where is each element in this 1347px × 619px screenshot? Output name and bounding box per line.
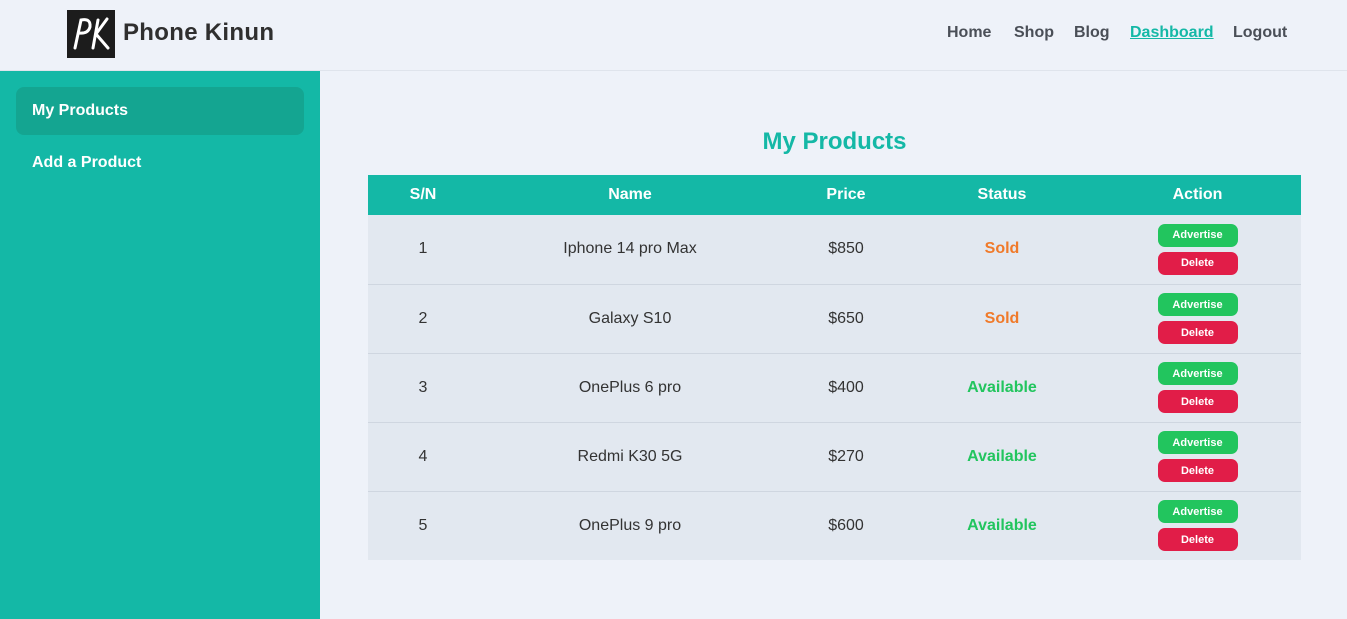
status-badge: Available (967, 447, 1037, 465)
cell-sn: 4 (418, 447, 428, 465)
cell-sn: 3 (418, 378, 428, 396)
table-header-row: S/N Name Price Status Action (368, 175, 1301, 215)
top-navbar: Phone Kinun Home Shop Blog Dashboard Log… (0, 0, 1347, 71)
cell-actions: Advertise Delete (1094, 491, 1301, 560)
advertise-button[interactable]: Advertise (1157, 293, 1238, 316)
sidebar-item-my-products[interactable]: My Products (16, 87, 304, 135)
delete-button[interactable]: Delete (1157, 528, 1238, 552)
nav-logout[interactable]: Logout (1233, 24, 1287, 42)
table-row: 4 Redmi K30 5G $270 Available Advertise … (368, 422, 1301, 491)
cell-price: $850 (828, 240, 864, 258)
column-header-action: Action (1172, 186, 1223, 203)
table-row: 2 Galaxy S10 $650 Sold Advertise Delete (368, 284, 1301, 353)
sidebar-item-add-product[interactable]: Add a Product (16, 139, 304, 187)
advertise-button[interactable]: Advertise (1157, 362, 1238, 385)
brand-name[interactable]: Phone Kinun (123, 19, 274, 47)
status-badge: Sold (984, 309, 1020, 327)
delete-button[interactable]: Delete (1157, 390, 1238, 413)
status-badge: Available (967, 378, 1037, 396)
cell-name: OnePlus 6 pro (578, 378, 682, 396)
delete-button[interactable]: Delete (1157, 251, 1238, 275)
cell-sn: 2 (418, 309, 428, 327)
nav-shop[interactable]: Shop (1014, 24, 1054, 42)
page-title: My Products (762, 128, 907, 155)
nav-home[interactable]: Home (947, 24, 991, 42)
delete-button[interactable]: Delete (1157, 459, 1238, 482)
cell-actions: Advertise Delete (1094, 353, 1301, 422)
column-header-sn: S/N (409, 186, 437, 203)
table-row: 3 OnePlus 6 pro $400 Available Advertise… (368, 353, 1301, 422)
status-badge: Sold (984, 240, 1020, 258)
advertise-button[interactable]: Advertise (1157, 500, 1238, 524)
cell-sn: 5 (418, 516, 428, 534)
cell-name: Galaxy S10 (588, 309, 672, 327)
products-table: S/N Name Price Status Action 1 Iphone 14… (368, 175, 1301, 560)
column-header-name: Name (608, 186, 652, 203)
cell-name: Redmi K30 5G (577, 447, 683, 465)
cell-actions: Advertise Delete (1094, 284, 1301, 353)
column-header-price: Price (826, 186, 866, 203)
cell-sn: 1 (418, 240, 428, 258)
cell-actions: Advertise Delete (1094, 215, 1301, 284)
status-badge: Available (967, 516, 1037, 534)
nav-dashboard[interactable]: Dashboard (1130, 24, 1214, 42)
cell-price: $600 (828, 516, 864, 534)
table-row: 1 Iphone 14 pro Max $850 Sold Advertise … (368, 215, 1301, 284)
cell-price: $650 (828, 309, 864, 327)
pk-logo-icon (73, 17, 110, 50)
advertise-button[interactable]: Advertise (1157, 223, 1238, 247)
cell-name: Iphone 14 pro Max (563, 240, 697, 258)
column-header-status: Status (977, 186, 1027, 203)
delete-button[interactable]: Delete (1157, 321, 1238, 344)
nav-blog[interactable]: Blog (1074, 24, 1110, 42)
brand-logo[interactable] (67, 10, 115, 58)
cell-name: OnePlus 9 pro (578, 516, 682, 534)
dashboard-sidebar: My Products Add a Product (0, 71, 320, 619)
cell-actions: Advertise Delete (1094, 422, 1301, 491)
table-row: 5 OnePlus 9 pro $600 Available Advertise… (368, 491, 1301, 560)
advertise-button[interactable]: Advertise (1157, 431, 1238, 454)
cell-price: $400 (828, 378, 864, 396)
cell-price: $270 (828, 447, 864, 465)
